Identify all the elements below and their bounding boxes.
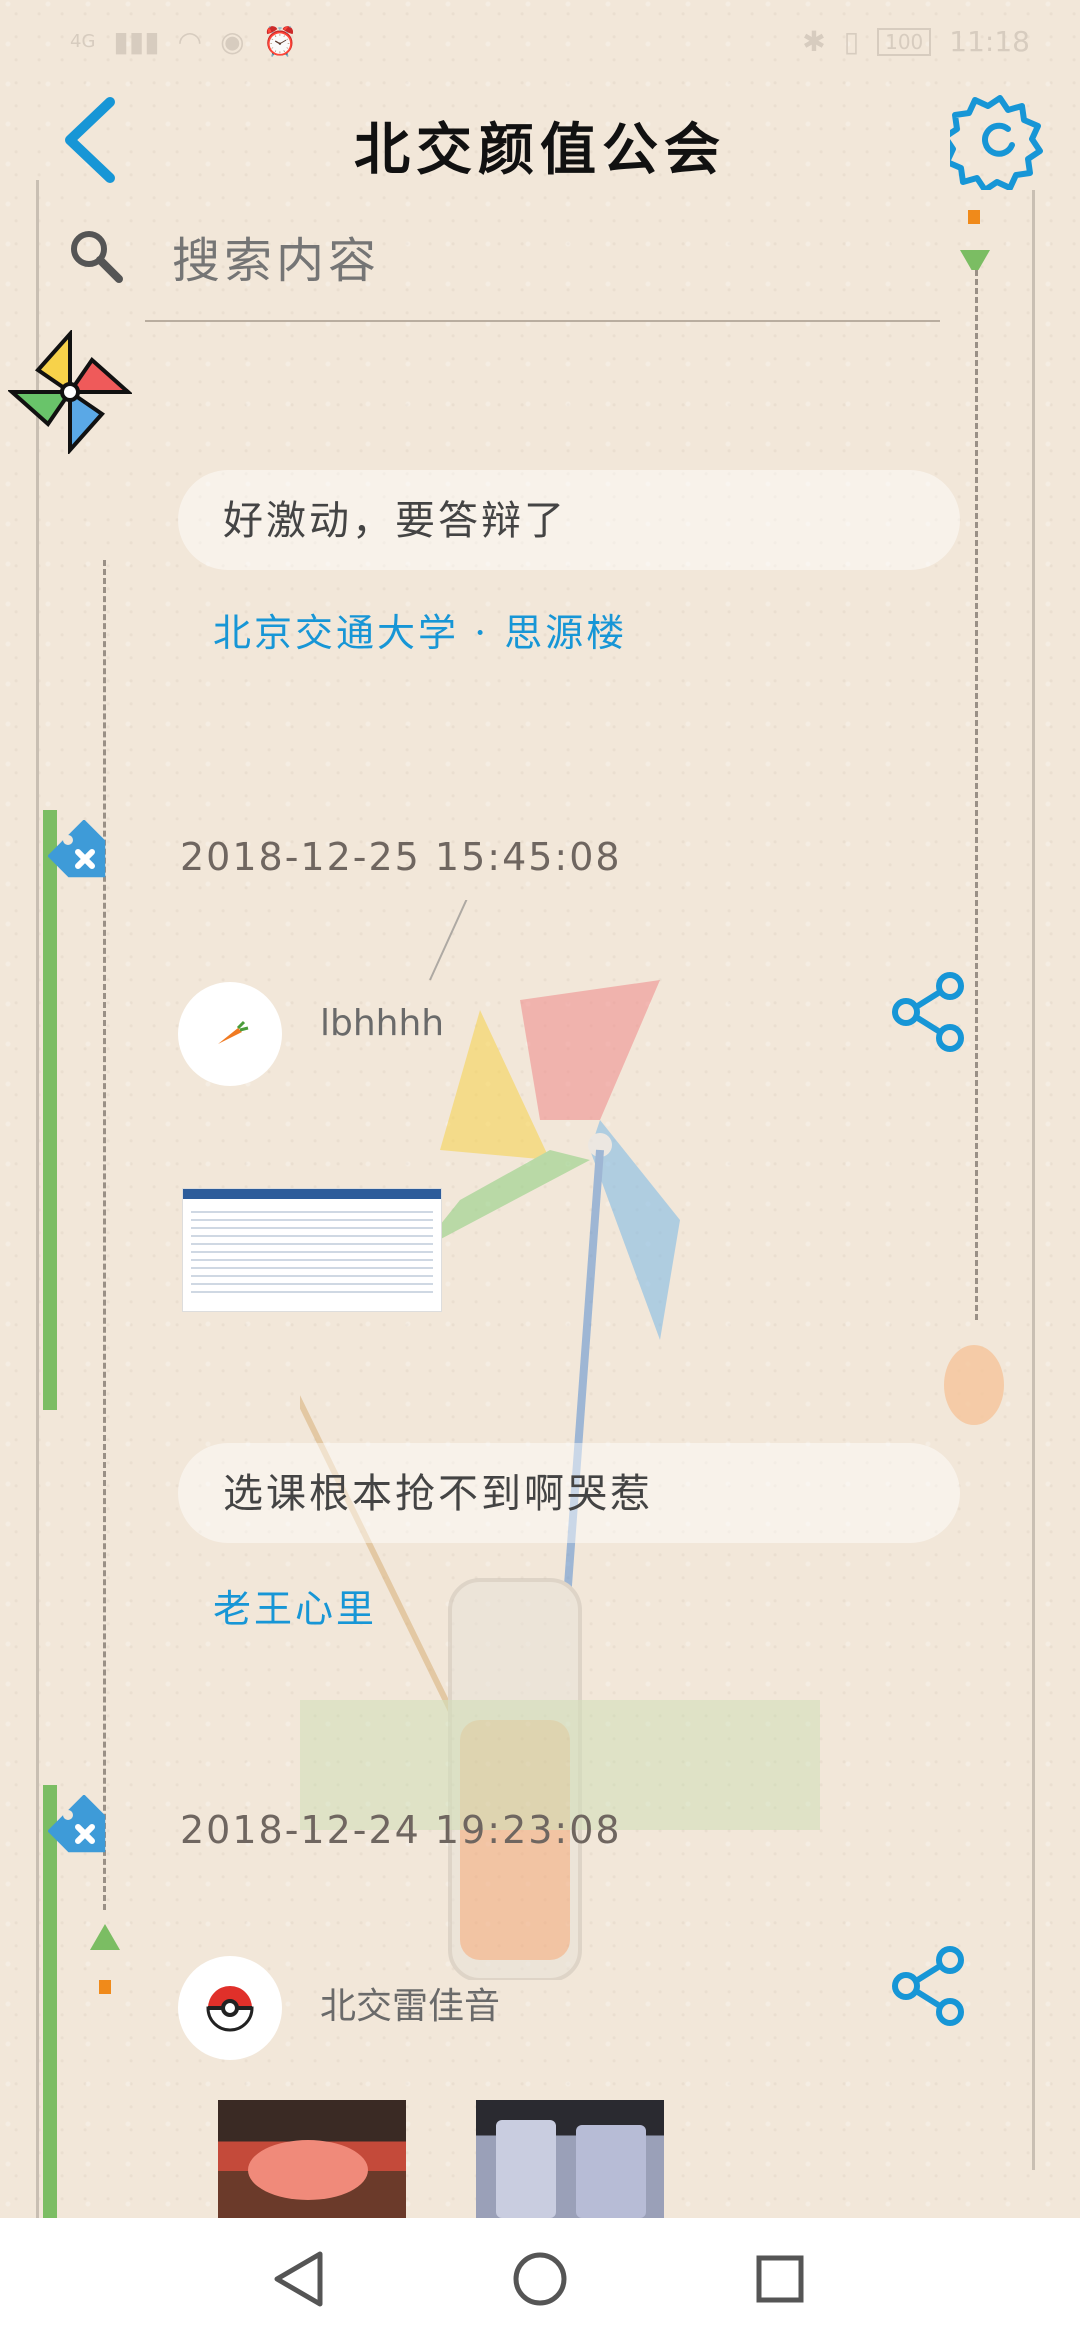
- pokeball-icon: [206, 1986, 254, 2032]
- bluetooth-icon: ✱: [802, 25, 826, 58]
- post-text-bubble[interactable]: 好激动，要答辩了: [178, 470, 960, 570]
- clock-time: 11:18: [949, 25, 1030, 58]
- signal-icon: ▮▮▮: [113, 25, 160, 58]
- share-icon[interactable]: [888, 1946, 968, 2026]
- search-input[interactable]: [170, 220, 954, 302]
- post-timestamp: 2018-12-25 15:45:08: [180, 835, 622, 879]
- eye-icon: ◉: [220, 25, 245, 58]
- settings-button[interactable]: [942, 90, 1050, 193]
- post-image-screenshot[interactable]: [182, 1188, 442, 1312]
- post-username[interactable]: 北交雷佳音: [320, 1977, 500, 2029]
- navigation-bar: [0, 2218, 1080, 2340]
- post-image-food[interactable]: [218, 2100, 406, 2218]
- triangle-down-icon: [960, 210, 990, 270]
- battery-icon: 100: [877, 27, 932, 56]
- carrot-icon: [218, 1020, 249, 1044]
- post-location[interactable]: 老王心里: [213, 1578, 377, 1633]
- avatar[interactable]: [178, 1956, 282, 2060]
- delete-tag-icon[interactable]: [48, 820, 120, 892]
- delete-tag-icon[interactable]: [48, 1795, 120, 1867]
- post-text: 选课根本抢不到啊哭惹: [223, 1471, 653, 1517]
- search-bar: [60, 210, 954, 322]
- right-dashed-line: [975, 270, 978, 1320]
- nav-back-icon[interactable]: [265, 2244, 335, 2314]
- post-text: 好激动，要答辩了: [223, 498, 567, 544]
- right-solid-line: [1032, 190, 1035, 2170]
- food-plate: [248, 2140, 368, 2200]
- post-username[interactable]: lbhhhh: [320, 1003, 444, 1044]
- timeline-green-bar: [43, 810, 57, 1410]
- nav-recents-icon[interactable]: [745, 2244, 815, 2314]
- top-bar: 北交颜值公会: [0, 90, 1080, 193]
- timeline-outer-line: [36, 180, 39, 2220]
- nav-home-icon[interactable]: [505, 2244, 575, 2314]
- search-icon[interactable]: [65, 225, 125, 285]
- cup: [496, 2120, 556, 2218]
- orange-dot: [944, 1345, 1004, 1425]
- cup: [576, 2125, 646, 2218]
- gear-icon: [942, 95, 1043, 193]
- post-timestamp: 2018-12-24 19:23:08: [180, 1808, 622, 1852]
- avatar[interactable]: [178, 982, 282, 1086]
- triangle-up-icon: [90, 1924, 120, 1994]
- wifi-icon: ◠: [177, 25, 203, 58]
- vibrate-icon: ▯: [843, 25, 860, 58]
- share-icon[interactable]: [888, 972, 968, 1052]
- timeline-dashed-line: [103, 560, 106, 1910]
- alarm-icon: ⏰: [262, 25, 298, 58]
- thumb-rows: [191, 1205, 433, 1295]
- pinwheel-icon[interactable]: [8, 330, 132, 454]
- page-title: 北交颜值公会: [354, 117, 726, 183]
- thumb-header-bar: [183, 1189, 441, 1199]
- status-bar: 4G ▮▮▮ ◠ ◉ ⏰ ✱ ▯ 100 11:18: [0, 0, 1080, 90]
- post-text-bubble[interactable]: 选课根本抢不到啊哭惹: [178, 1443, 960, 1543]
- search-underline: [145, 320, 940, 322]
- post-location[interactable]: 北京交通大学 · 思源楼: [213, 602, 627, 657]
- post-image-drinks[interactable]: [476, 2100, 664, 2218]
- network-label: 4G: [70, 31, 96, 52]
